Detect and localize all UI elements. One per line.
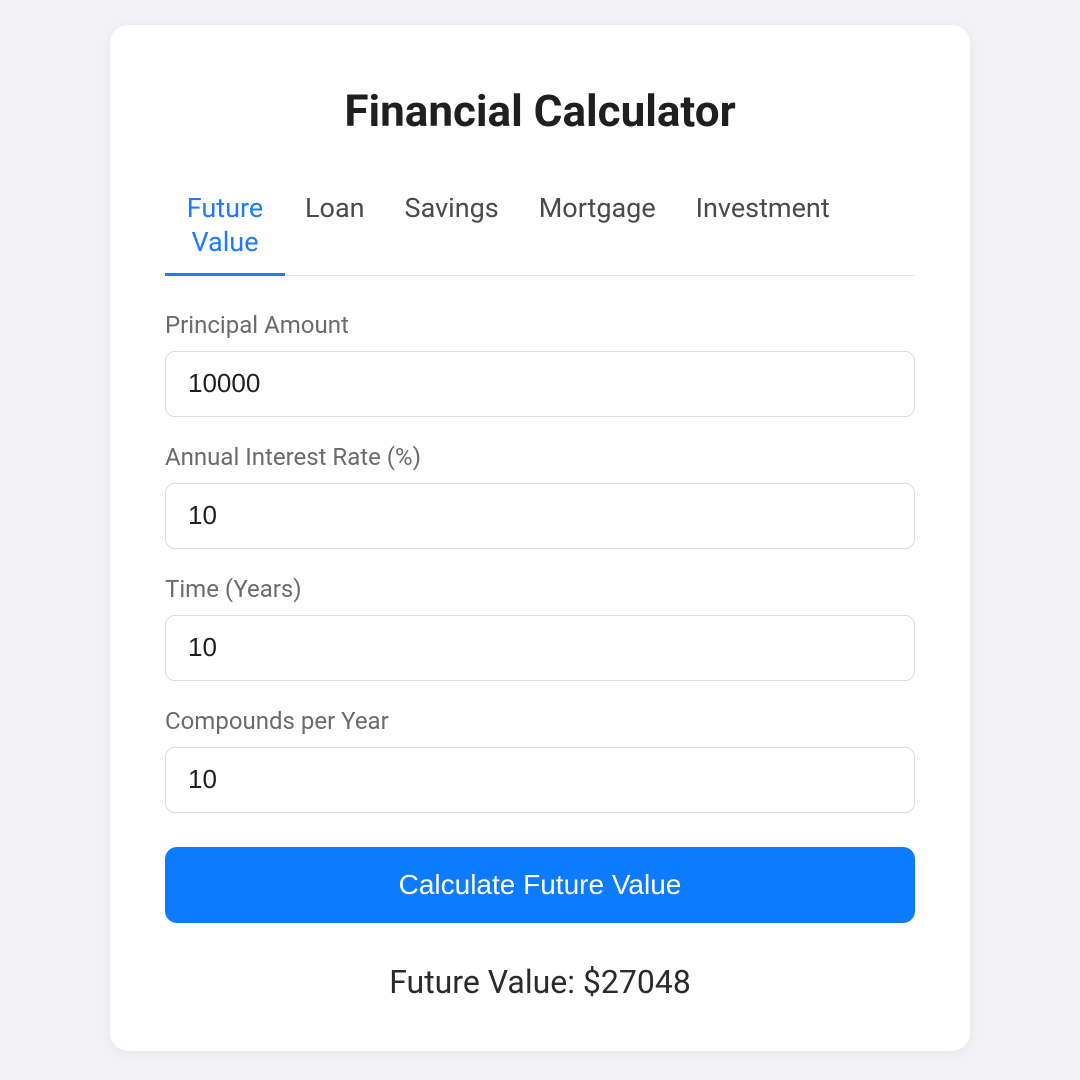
- calculator-card: Financial Calculator Future Value Loan S…: [110, 25, 970, 1051]
- result-text: Future Value: $27048: [165, 963, 915, 1001]
- principal-field: Principal Amount: [165, 311, 915, 417]
- principal-label: Principal Amount: [165, 311, 915, 339]
- page-title: Financial Calculator: [165, 85, 915, 137]
- compounds-field: Compounds per Year: [165, 707, 915, 813]
- tab-savings[interactable]: Savings: [385, 192, 519, 275]
- rate-label: Annual Interest Rate (%): [165, 443, 915, 471]
- tab-mortgage[interactable]: Mortgage: [519, 192, 676, 275]
- tabs-bar: Future Value Loan Savings Mortgage Inves…: [165, 192, 915, 276]
- rate-input[interactable]: [165, 483, 915, 549]
- tab-investment[interactable]: Investment: [676, 192, 850, 275]
- compounds-input[interactable]: [165, 747, 915, 813]
- calculate-button[interactable]: Calculate Future Value: [165, 847, 915, 923]
- time-input[interactable]: [165, 615, 915, 681]
- tab-loan[interactable]: Loan: [285, 192, 385, 275]
- principal-input[interactable]: [165, 351, 915, 417]
- tab-future-value[interactable]: Future Value: [165, 192, 285, 275]
- time-label: Time (Years): [165, 575, 915, 603]
- rate-field: Annual Interest Rate (%): [165, 443, 915, 549]
- compounds-label: Compounds per Year: [165, 707, 915, 735]
- time-field: Time (Years): [165, 575, 915, 681]
